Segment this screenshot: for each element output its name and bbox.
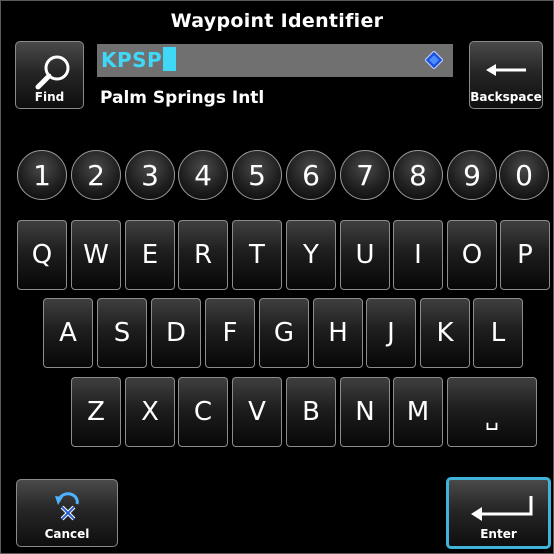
key-y[interactable]: Y xyxy=(286,220,336,290)
key-q[interactable]: Q xyxy=(17,220,67,290)
key-k[interactable]: K xyxy=(420,298,470,368)
space-icon: ␣ xyxy=(485,405,499,431)
magnifier-icon xyxy=(35,55,70,90)
key-5[interactable]: 5 xyxy=(232,150,282,200)
key-c[interactable]: C xyxy=(178,377,228,447)
key-f[interactable]: F xyxy=(205,298,255,368)
left-arrow-icon xyxy=(486,64,526,76)
key-x[interactable]: X xyxy=(125,377,175,447)
find-label: Find xyxy=(34,90,65,104)
key-e[interactable]: E xyxy=(125,220,175,290)
identifier-value: KPSP xyxy=(101,48,163,72)
key-p[interactable]: P xyxy=(500,220,550,290)
cancel-button[interactable]: Cancel xyxy=(16,479,118,547)
key-z[interactable]: Z xyxy=(71,377,121,447)
find-button[interactable]: Find xyxy=(15,41,84,109)
text-cursor xyxy=(163,47,177,71)
space-key[interactable]: ␣ xyxy=(447,377,537,447)
key-n[interactable]: N xyxy=(340,377,390,447)
page-title: Waypoint Identifier xyxy=(170,10,384,32)
key-v[interactable]: V xyxy=(232,377,282,447)
key-o[interactable]: O xyxy=(447,220,497,290)
enter-button[interactable]: Enter xyxy=(446,477,551,549)
key-3[interactable]: 3 xyxy=(125,150,175,200)
key-h[interactable]: H xyxy=(313,298,363,368)
waypoint-name: Palm Springs Intl xyxy=(100,88,265,108)
key-8[interactable]: 8 xyxy=(393,150,443,200)
key-g[interactable]: G xyxy=(259,298,309,368)
waypoint-diamond-icon xyxy=(425,51,443,69)
backspace-label: Backspace xyxy=(470,90,542,104)
key-a[interactable]: A xyxy=(43,298,93,368)
key-b[interactable]: B xyxy=(286,377,336,447)
key-l[interactable]: L xyxy=(473,298,523,368)
key-4[interactable]: 4 xyxy=(178,150,228,200)
key-t[interactable]: T xyxy=(232,220,282,290)
cancel-label: Cancel xyxy=(44,527,90,541)
key-j[interactable]: J xyxy=(366,298,416,368)
key-w[interactable]: W xyxy=(71,220,121,290)
key-u[interactable]: U xyxy=(340,220,390,290)
key-m[interactable]: M xyxy=(393,377,443,447)
key-6[interactable]: 6 xyxy=(286,150,336,200)
backspace-button[interactable]: Backspace xyxy=(469,41,543,109)
cancel-icon xyxy=(55,492,79,521)
key-7[interactable]: 7 xyxy=(340,150,390,200)
identifier-text-wrapper: KPSP xyxy=(101,47,177,73)
key-s[interactable]: S xyxy=(97,298,147,368)
key-r[interactable]: R xyxy=(178,220,228,290)
key-0[interactable]: 0 xyxy=(499,150,549,200)
enter-arrow-icon xyxy=(471,496,533,521)
key-2[interactable]: 2 xyxy=(71,150,121,200)
enter-label: Enter xyxy=(480,527,517,541)
key-i[interactable]: I xyxy=(393,220,443,290)
identifier-field[interactable]: KPSP xyxy=(97,44,453,77)
key-9[interactable]: 9 xyxy=(447,150,497,200)
key-d[interactable]: D xyxy=(151,298,201,368)
key-1[interactable]: 1 xyxy=(17,150,67,200)
